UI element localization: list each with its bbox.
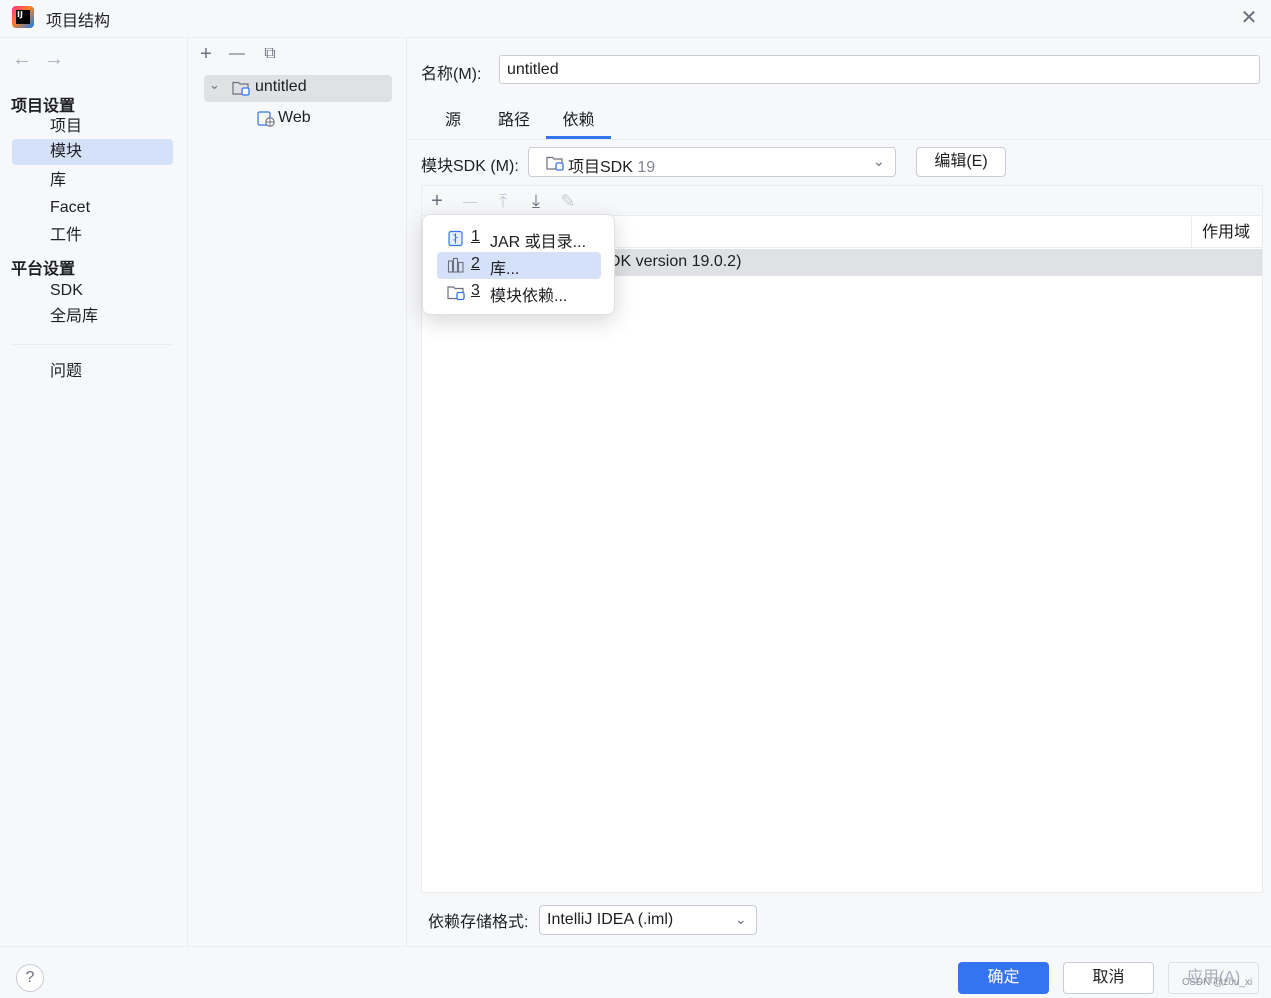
- web-facet-icon: [257, 111, 275, 127]
- module-sdk-label: 模块SDK (M):: [421, 158, 519, 175]
- library-icon: [447, 257, 464, 273]
- chevron-down-icon[interactable]: ⌄: [209, 77, 220, 93]
- ok-button[interactable]: 确定: [958, 962, 1049, 994]
- edit-sdk-button[interactable]: 编辑(E): [916, 147, 1006, 177]
- settings-nav: ← → 项目设置 项目 模块 库 Facet 工件 平台设置 SDK 全局库 问…: [0, 38, 188, 946]
- help-icon[interactable]: ?: [16, 964, 44, 992]
- chevron-down-icon: ⌄: [873, 153, 885, 169]
- add-icon[interactable]: +: [195, 43, 217, 65]
- nav-item-problems[interactable]: 问题: [12, 359, 173, 385]
- dependencies-toolbar: + — ⤒ ⤓ ✎: [422, 186, 1262, 216]
- storage-format-value: IntelliJ IDEA (.iml): [547, 911, 674, 928]
- nav-item-global-libraries[interactable]: 全局库: [12, 304, 173, 330]
- module-icon: [447, 286, 465, 301]
- nav-item-artifacts[interactable]: 工件: [12, 223, 173, 249]
- intellij-logo-icon: IJ: [12, 6, 34, 28]
- nav-item-libraries[interactable]: 库: [12, 168, 173, 194]
- copy-icon[interactable]: ⧉: [259, 43, 281, 65]
- module-name-input[interactable]: untitled: [499, 55, 1260, 84]
- nav-item-facets[interactable]: Facet: [12, 195, 173, 221]
- remove-icon[interactable]: —: [226, 43, 248, 65]
- sdk-version: 19: [637, 159, 656, 176]
- module-tree-panel: + — ⧉ ⌄ untitled Web: [189, 38, 407, 946]
- add-dependency-popup: 1 JAR 或目录... 2 库... 3 模块依赖...: [422, 214, 615, 315]
- popup-item-jar[interactable]: 1 JAR 或目录...: [437, 225, 601, 252]
- sdk-value: 项目SDK: [568, 159, 633, 176]
- popup-item-library[interactable]: 2 库...: [437, 252, 601, 279]
- popup-item-label: JAR 或目录...: [490, 234, 587, 251]
- name-label: 名称(M):: [421, 66, 482, 83]
- jar-icon: [448, 230, 463, 247]
- nav-item-modules[interactable]: 模块: [12, 139, 173, 165]
- tab-sources[interactable]: 源: [436, 110, 470, 139]
- back-arrow-icon[interactable]: ←: [12, 48, 34, 70]
- title-bar: IJ 项目结构 ✕: [0, 0, 1271, 38]
- storage-format-select[interactable]: IntelliJ IDEA (.iml) ⌄: [539, 905, 757, 935]
- nav-item-project[interactable]: 项目: [12, 114, 173, 140]
- popup-item-module-dependency[interactable]: 3 模块依赖...: [437, 279, 601, 306]
- popup-item-mnemonic: 1: [471, 228, 480, 245]
- add-dependency-icon[interactable]: +: [426, 190, 448, 212]
- close-icon[interactable]: ✕: [1239, 8, 1259, 28]
- cancel-button[interactable]: 取消: [1063, 962, 1154, 994]
- sdk-folder-icon: [546, 156, 564, 171]
- remove-dependency-icon[interactable]: —: [459, 190, 481, 212]
- popup-item-label: 库...: [490, 261, 520, 278]
- nav-divider: [12, 344, 172, 345]
- watermark: CSDN @zou_xi: [1182, 977, 1253, 988]
- module-sdk-select[interactable]: 项目SDK 19 ⌄: [528, 147, 896, 177]
- nav-section-platform-settings: 平台设置: [11, 261, 76, 278]
- popup-item-mnemonic: 3: [471, 282, 480, 299]
- edit-dependency-icon[interactable]: ✎: [557, 190, 579, 212]
- nav-section-project-settings: 项目设置: [11, 98, 76, 115]
- window-title: 项目结构: [46, 13, 111, 30]
- move-up-icon[interactable]: ⤒: [492, 190, 514, 212]
- tree-node-untitled[interactable]: ⌄ untitled: [204, 75, 392, 102]
- popup-item-label: 模块依赖...: [490, 288, 568, 305]
- tab-paths[interactable]: 路径: [490, 110, 538, 139]
- dialog-footer: ? 确定 取消 应用(A) CSDN @zou_xi: [0, 946, 1271, 998]
- module-folder-icon: [232, 81, 250, 96]
- tab-dependencies[interactable]: 依赖: [546, 110, 611, 139]
- tree-node-label: untitled: [255, 78, 307, 95]
- storage-format-label: 依赖存储格式:: [428, 914, 529, 931]
- chevron-down-icon: ⌄: [735, 911, 747, 927]
- tabs-divider: [408, 139, 1271, 140]
- tree-node-label: Web: [278, 109, 311, 126]
- scope-column-header[interactable]: 作用域: [1191, 217, 1262, 248]
- forward-arrow-icon[interactable]: →: [44, 48, 66, 70]
- popup-item-mnemonic: 2: [471, 255, 480, 272]
- move-down-icon[interactable]: ⤓: [525, 190, 547, 212]
- nav-item-sdks[interactable]: SDK: [12, 278, 173, 304]
